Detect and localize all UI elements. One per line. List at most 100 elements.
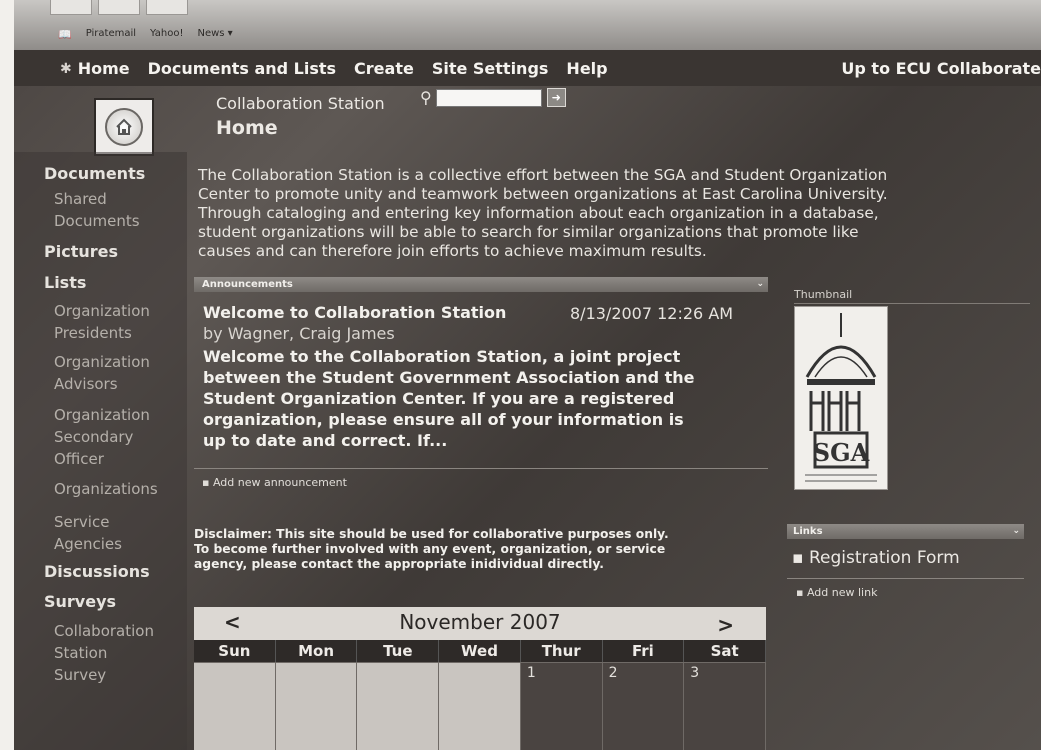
announcements-divider (194, 468, 768, 469)
announcement-title[interactable]: Welcome to Collaboration Station (203, 303, 506, 322)
registration-form-link[interactable]: ▪ Registration Form (792, 548, 960, 568)
sidebar-item-label: Station (54, 644, 108, 662)
browser-tab[interactable] (50, 0, 92, 15)
weekday-tue: Tue (357, 640, 440, 662)
announcement-body-line: organization, please ensure all of your … (203, 410, 684, 429)
sidebar-item-label: Survey (54, 666, 107, 684)
announcement-author: by Wagner, Craig James (203, 324, 395, 343)
chevron-down-icon[interactable]: ⌄ (756, 277, 764, 292)
sidebar-item-label: Documents (54, 212, 140, 230)
nav-documents-and-lists[interactable]: Documents and Lists (148, 59, 336, 78)
registration-form-label: Registration Form (808, 548, 960, 568)
calendar-next-button[interactable]: > (717, 613, 734, 637)
intro-line: Through cataloging and entering key info… (198, 204, 879, 222)
sidebar-heading-lists[interactable]: Lists (44, 273, 86, 292)
sidebar-heading-documents[interactable]: Documents (44, 164, 145, 183)
bookmark-news[interactable]: News ▾ (197, 28, 232, 41)
weekday-sun: Sun (194, 640, 276, 662)
search-key-icon: ⚲ (420, 88, 432, 107)
intro-line: The Collaboration Station is a collectiv… (198, 166, 888, 184)
bookmark-piratemail[interactable]: Piratemail (86, 28, 136, 41)
bullet-icon: ▪ (202, 476, 213, 489)
calendar-cell[interactable]: 2 (602, 662, 685, 750)
nav-site-settings[interactable]: Site Settings (432, 59, 549, 78)
browser-toolbar: 📖 Piratemail Yahoo! News ▾ (14, 0, 1041, 50)
announcement-body-line: between the Student Government Associati… (203, 368, 695, 387)
calendar-cell[interactable]: 1 (520, 662, 603, 750)
calendar-header: < November 2007 > (194, 607, 766, 640)
calendar-cell[interactable]: 3 (684, 662, 766, 750)
sidebar-heading-surveys[interactable]: Surveys (44, 592, 116, 611)
thumbnail-label: Thumbnail (794, 288, 853, 301)
sidebar-item-shared-documents[interactable]: Shared Documents (54, 188, 140, 232)
sidebar-item-label: Agencies (54, 535, 122, 553)
announcement-body-line: Welcome to the Collaboration Station, a … (203, 347, 681, 366)
links-web-part-header[interactable]: Links ⌄ (787, 524, 1024, 539)
add-new-announcement-link[interactable]: ▪ Add new announcement (202, 476, 347, 489)
weekday-thur: Thur (521, 640, 603, 662)
calendar-month-label: November 2007 (399, 610, 561, 634)
announcement-body-line: Student Organization Center. If you are … (203, 389, 675, 408)
search-go-button[interactable]: ➜ (546, 88, 566, 107)
announcement-date: 8/13/2007 12:26 AM (570, 304, 734, 323)
nav-home[interactable]: ✱ Home (60, 59, 130, 78)
browser-tab-strip (50, 0, 188, 16)
bullet-icon: ▪ (796, 586, 807, 599)
sidebar-item-label: Service (54, 513, 110, 531)
site-name[interactable]: Collaboration Station (216, 94, 385, 113)
search-area: ⚲ ➜ (420, 88, 566, 107)
intro-paragraph: The Collaboration Station is a collectiv… (198, 166, 1038, 261)
site-logo[interactable] (94, 98, 154, 156)
weekday-wed: Wed (439, 640, 521, 662)
add-new-link[interactable]: ▪ Add new link (796, 586, 877, 599)
top-nav-bar: ✱ Home Documents and Lists Create Site S… (14, 50, 1041, 86)
sidebar-item-label: Advisors (54, 375, 118, 393)
add-new-announcement-label: Add new announcement (212, 476, 347, 489)
calendar: < November 2007 > Sun Mon Tue Wed Thur F… (194, 607, 766, 750)
sidebar-item-label: Shared (54, 190, 107, 208)
browser-tab[interactable] (146, 0, 188, 15)
weekday-fri: Fri (603, 640, 685, 662)
up-to-ecu-collaborate-link[interactable]: Up to ECU Collaborate (841, 59, 1041, 78)
links-divider (787, 578, 1024, 579)
thumbnail-divider (794, 303, 1030, 304)
intro-line: causes and can therefore join efforts to… (198, 242, 707, 260)
calendar-cell[interactable] (194, 662, 276, 750)
sidebar-item-organization-advisors[interactable]: Organization Advisors (54, 351, 150, 395)
sidebar-item-label: Secondary (54, 428, 134, 446)
bookmarks-bar: 📖 Piratemail Yahoo! News ▾ (58, 28, 233, 41)
nav-create[interactable]: Create (354, 59, 414, 78)
arrow-right-icon: ➜ (551, 91, 561, 104)
announcement-body: Welcome to the Collaboration Station, a … (203, 346, 763, 451)
nav-help[interactable]: Help (566, 59, 607, 78)
sidebar-item-label: Organizations (54, 480, 158, 498)
sidebar-heading-pictures[interactable]: Pictures (44, 242, 118, 261)
bookmark-yahoo[interactable]: Yahoo! (150, 28, 183, 41)
disclaimer-line: Disclaimer: This site should be used for… (194, 527, 669, 541)
calendar-cell[interactable] (275, 662, 358, 750)
sidebar-item-label: Presidents (54, 324, 132, 342)
sidebar-item-collaboration-station-survey[interactable]: Collaboration Station Survey (54, 620, 154, 686)
sidebar-item-organization-presidents[interactable]: Organization Presidents (54, 300, 150, 344)
announcements-web-part-header[interactable]: Announcements ⌄ (194, 277, 768, 292)
browser-window: 📖 Piratemail Yahoo! News ▾ ✱ Home Docume… (14, 0, 1041, 750)
browser-tab[interactable] (98, 0, 140, 15)
bookmarks-icon[interactable]: 📖 (58, 28, 72, 41)
sidebar-item-service-agencies[interactable]: Service Agencies (54, 511, 122, 555)
disclaimer-text: Disclaimer: This site should be used for… (194, 527, 774, 572)
sidebar-item-label: Collaboration (54, 622, 154, 640)
sidebar-item-label: Organization (54, 406, 150, 424)
sga-logo-text: SGA (813, 438, 870, 467)
chevron-down-icon[interactable]: ⌄ (1012, 524, 1020, 539)
calendar-week-row: 1 2 3 (194, 662, 766, 750)
sidebar-item-organizations[interactable]: Organizations (54, 478, 158, 500)
sidebar-item-organization-secondary-officer[interactable]: Organization Secondary Officer (54, 404, 150, 470)
calendar-cell[interactable] (439, 662, 521, 750)
home-star-icon: ✱ (60, 60, 72, 77)
intro-line: student organizations will be able to se… (198, 223, 859, 241)
search-input[interactable] (435, 88, 542, 107)
sidebar-heading-discussions[interactable]: Discussions (44, 562, 150, 581)
nav-home-label: Home (77, 59, 130, 78)
calendar-cell[interactable] (357, 662, 440, 750)
links-header-label: Links (793, 526, 823, 537)
